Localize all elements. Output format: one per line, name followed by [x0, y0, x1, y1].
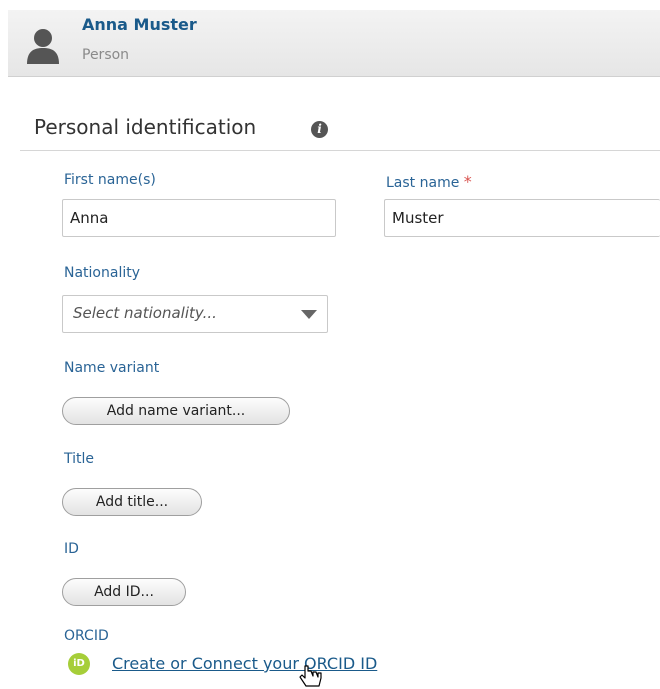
section-divider	[20, 150, 660, 151]
entity-name: Anna Muster	[82, 15, 197, 34]
orcid-connect-link[interactable]: Create or Connect your ORCID ID	[112, 654, 377, 673]
orcid-label: ORCID	[64, 628, 109, 644]
first-name-field[interactable]: Anna	[62, 199, 336, 237]
entity-type: Person	[82, 47, 130, 63]
first-name-label: First name(s)	[64, 172, 156, 188]
last-name-field[interactable]: Muster	[384, 199, 660, 237]
entity-header: Anna Muster Person	[8, 10, 660, 77]
last-name-label: Last name *	[386, 172, 472, 191]
info-icon[interactable]: i	[311, 121, 328, 138]
nationality-label: Nationality	[64, 265, 141, 281]
hand-pointer-icon	[299, 665, 322, 687]
chevron-down-icon	[301, 310, 317, 319]
section-title: Personal identification	[34, 115, 257, 139]
last-name-label-text: Last name	[386, 175, 460, 191]
title-label: Title	[64, 451, 95, 467]
id-label: ID	[64, 541, 79, 557]
add-title-button[interactable]: Add title...	[62, 488, 202, 516]
name-variant-label: Name variant	[64, 360, 160, 376]
add-id-button[interactable]: Add ID...	[62, 578, 186, 606]
person-icon	[27, 29, 59, 64]
orcid-icon: iD	[68, 653, 90, 675]
nationality-select[interactable]: Select nationality...	[62, 295, 328, 333]
required-indicator: *	[463, 172, 472, 191]
add-name-variant-button[interactable]: Add name variant...	[62, 397, 290, 425]
nationality-placeholder: Select nationality...	[73, 304, 217, 322]
